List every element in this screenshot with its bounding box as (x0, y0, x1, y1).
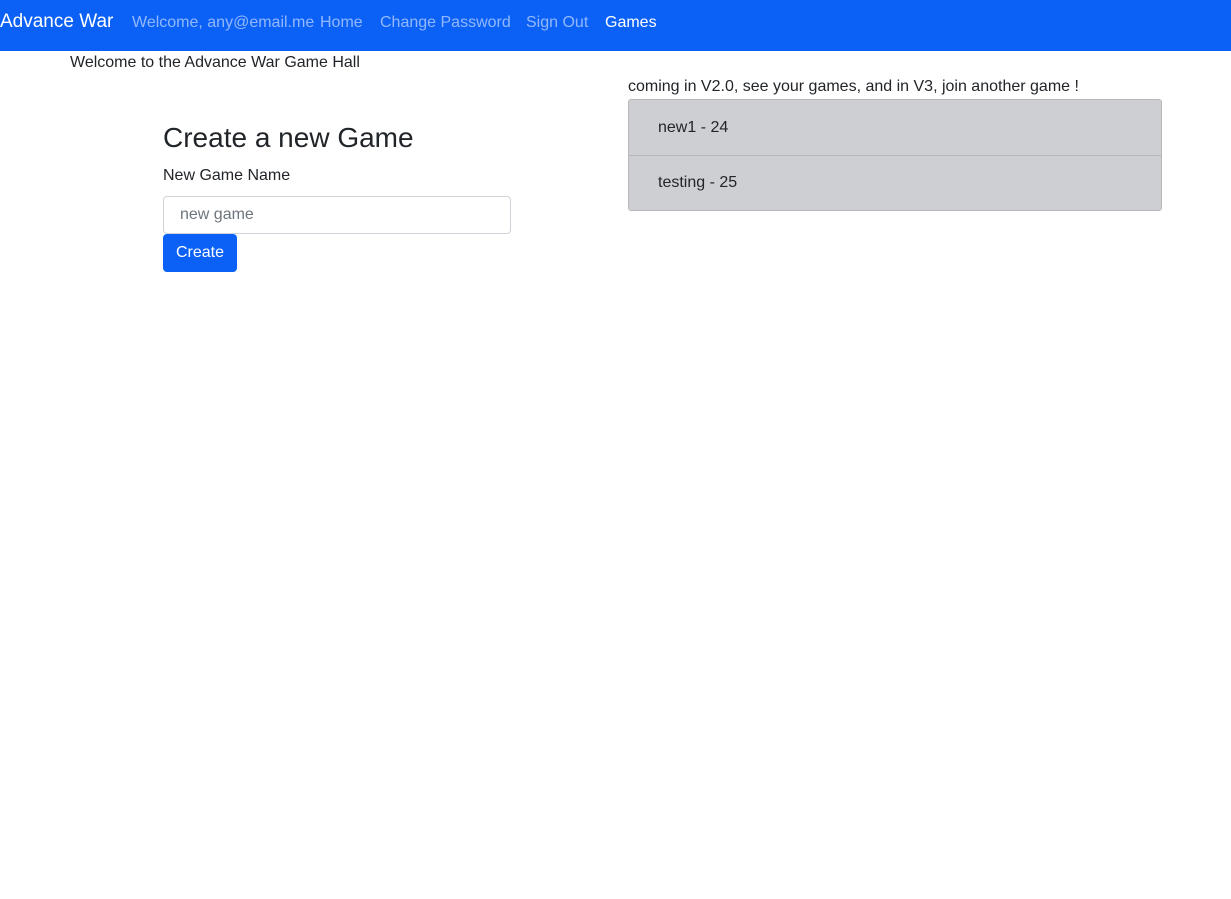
nav-change-password-link[interactable]: Change Password (380, 14, 511, 32)
new-game-name-label: New Game Name (163, 167, 291, 184)
nav-home-link[interactable]: Home (320, 14, 363, 32)
coming-soon-note: coming in V2.0, see your games, and in V… (628, 78, 1079, 95)
game-list-item[interactable]: new1 - 24 (629, 100, 1161, 155)
user-welcome-text: Welcome, any@email.me (132, 14, 315, 31)
create-game-button[interactable]: Create (163, 234, 237, 272)
nav-games-link[interactable]: Games (605, 14, 657, 32)
top-navbar: Advance War Welcome, any@email.me Home C… (0, 0, 1231, 51)
hall-welcome-text: Welcome to the Advance War Game Hall (70, 54, 360, 71)
nav-sign-out-link[interactable]: Sign Out (526, 14, 588, 32)
brand-link[interactable]: Advance War (0, 11, 113, 33)
game-list: new1 - 24 testing - 25 (628, 99, 1162, 211)
game-list-item[interactable]: testing - 25 (629, 155, 1161, 210)
create-game-heading: Create a new Game (163, 122, 414, 153)
new-game-name-input[interactable] (163, 196, 511, 234)
